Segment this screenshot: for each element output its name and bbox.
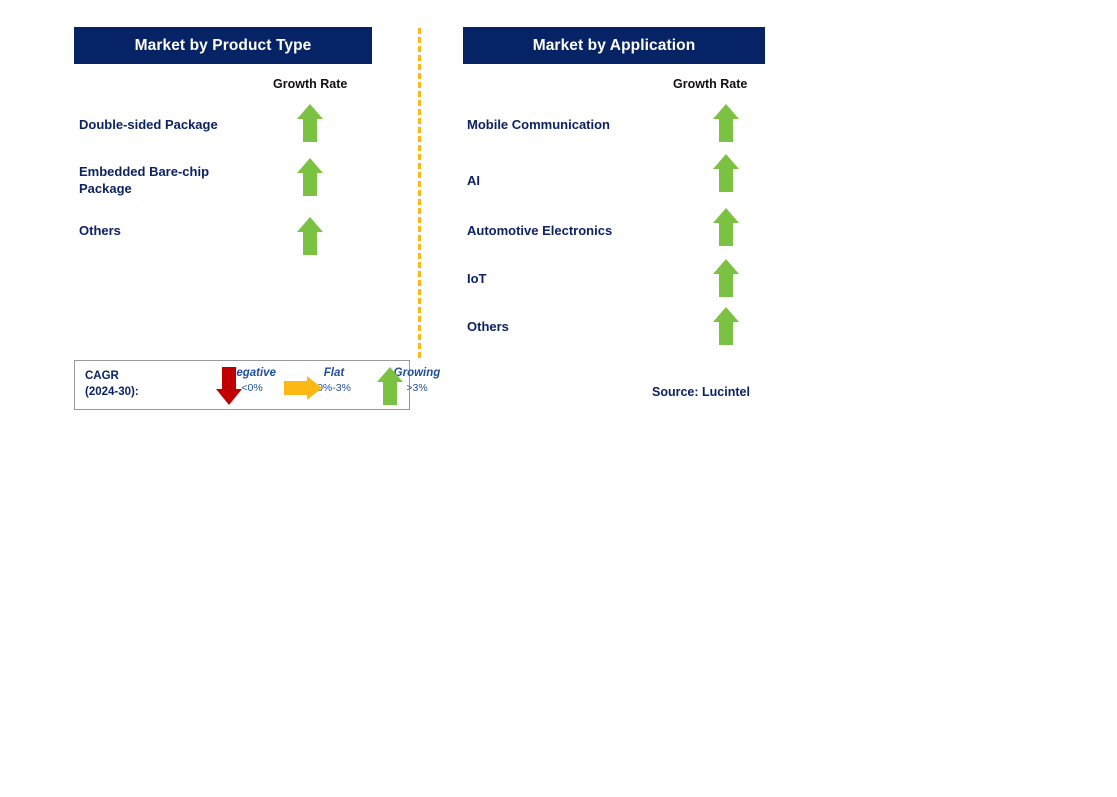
growth-rate-caption-application: Growth Rate (673, 77, 748, 91)
growth-indicator-embedded-bare-chip-package (296, 158, 323, 196)
legend-title: CAGR (2024-30): (85, 370, 139, 398)
growth-indicator-ai (712, 154, 739, 192)
row-label-ai: AI (467, 173, 480, 188)
arrow-right-icon (284, 375, 322, 400)
row-label-double-sided-package: Double-sided Package (79, 117, 218, 132)
arrow-down-icon (216, 367, 242, 405)
legend-icon-growing (376, 367, 403, 405)
growth-rate-caption-product-type: Growth Rate (273, 77, 348, 91)
source-note: Source: Lucintel (652, 385, 750, 399)
section-header-application: Market by Application (463, 27, 765, 64)
legend-icon-flat (284, 375, 322, 400)
row-label-mobile-communication: Mobile Communication (467, 117, 610, 132)
growth-indicator-others-product-type (296, 217, 323, 255)
vertical-dashed-divider (418, 28, 421, 358)
arrow-up-icon (712, 154, 739, 192)
growth-indicator-iot (712, 259, 739, 297)
row-label-others-application: Others (467, 319, 509, 334)
row-label-embedded-bare-chip-package: Embedded Bare-chip Package (79, 164, 210, 197)
growth-indicator-others-application (712, 307, 739, 345)
arrow-up-icon (712, 104, 739, 142)
row-label-others-product-type: Others (79, 223, 121, 238)
legend-icon-negative (216, 367, 242, 405)
section-header-product-type-label: Market by Product Type (134, 36, 312, 54)
arrow-up-icon (376, 367, 403, 405)
growth-indicator-mobile-communication (712, 104, 739, 142)
row-label-iot: IoT (467, 271, 487, 286)
row-label-automotive-electronics: Automotive Electronics (467, 223, 613, 238)
arrow-up-icon (296, 104, 323, 142)
arrow-up-icon (296, 217, 323, 255)
cagr-legend-box: CAGR (2024-30): Negative <0% Flat 0%-3% … (74, 360, 440, 410)
arrow-up-icon (296, 158, 323, 196)
arrow-up-icon (712, 307, 739, 345)
arrow-up-icon (712, 208, 739, 246)
section-header-application-label: Market by Application (532, 36, 696, 54)
growth-indicator-double-sided-package (296, 104, 323, 142)
growth-indicator-automotive-electronics (712, 208, 739, 246)
arrow-up-icon (712, 259, 739, 297)
section-header-product-type: Market by Product Type (74, 27, 372, 64)
